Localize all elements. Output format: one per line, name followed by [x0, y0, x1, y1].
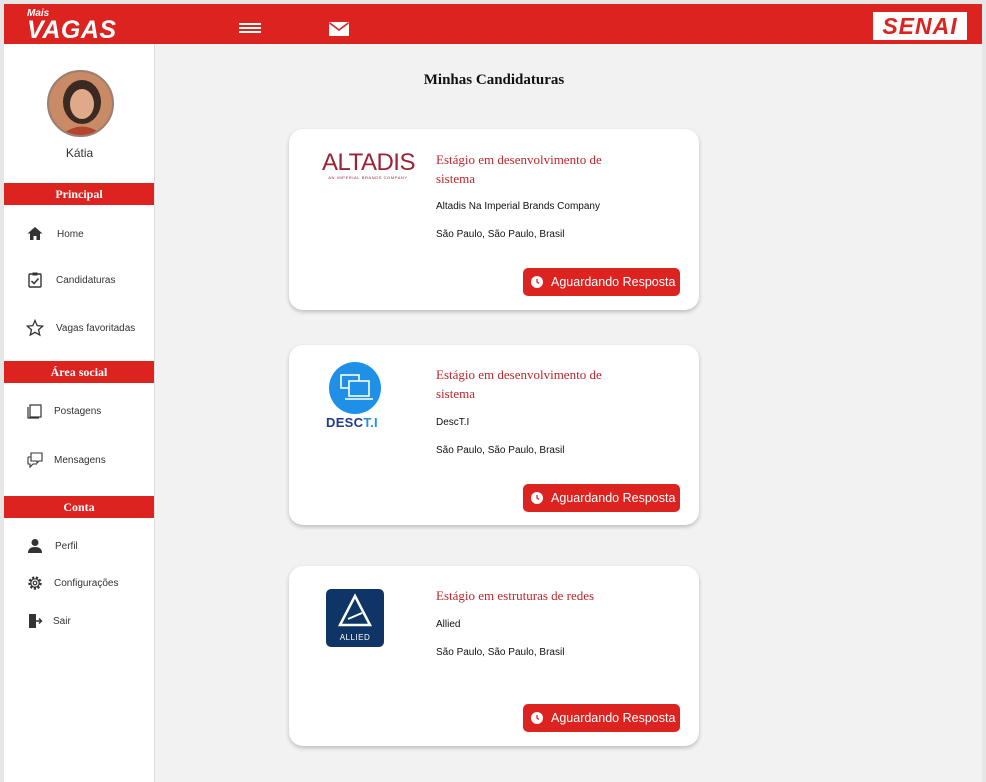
sidebar-item-label: Configurações — [54, 577, 119, 589]
sidebar-item-sair[interactable]: Sair — [4, 609, 154, 633]
avatar[interactable] — [47, 70, 114, 137]
status-label: Aguardando Resposta — [551, 711, 676, 725]
sidebar-item-home[interactable]: Home — [4, 222, 154, 246]
sidebar-item-label: Vagas favoritadas — [56, 322, 136, 334]
logo-text: DESCT.I — [326, 415, 378, 430]
clipboard-check-icon — [28, 272, 42, 288]
section-conta: Conta — [4, 496, 154, 518]
window-frame-right — [982, 0, 986, 782]
company-logo-desct: DESCT.I — [326, 362, 386, 430]
page-title: Minhas Candidaturas — [423, 72, 565, 88]
star-icon — [26, 319, 44, 337]
sidebar-item-mensagens[interactable]: Mensagens — [4, 448, 154, 472]
clock-icon — [531, 492, 543, 504]
job-title[interactable]: Estágio em desenvolvimento de sistema — [436, 365, 636, 403]
job-title[interactable]: Estágio em desenvolvimento de sistema — [436, 150, 636, 188]
status-button[interactable]: Aguardando Resposta — [523, 268, 680, 296]
chat-icon — [27, 452, 43, 469]
company-logo-altadis: ALTADIS AN IMPERIAL BRANDS COMPANY — [322, 149, 415, 180]
sidebar-item-postagens[interactable]: Postagens — [4, 399, 154, 423]
sidebar: Kátia Principal Home Candidaturas Vagas … — [4, 44, 155, 782]
home-icon — [27, 227, 43, 240]
job-location: São Paulo, São Paulo, Brasil — [436, 445, 565, 456]
logo-text: ALTADIS — [322, 149, 415, 176]
clock-icon — [531, 276, 543, 288]
section-area-social: Área social — [4, 361, 154, 383]
section-principal: Principal — [4, 183, 154, 205]
job-location: São Paulo, São Paulo, Brasil — [436, 229, 565, 240]
menu-icon[interactable] — [239, 23, 261, 33]
sidebar-item-label: Home — [57, 228, 84, 240]
sidebar-item-perfil[interactable]: Perfil — [4, 534, 154, 558]
person-icon — [28, 539, 42, 553]
sidebar-item-label: Postagens — [54, 405, 102, 417]
sidebar-item-label: Sair — [53, 615, 71, 627]
logo-text: ALLIED — [339, 633, 371, 642]
company-name: DescT.I — [436, 417, 470, 428]
sidebar-item-candidaturas[interactable]: Candidaturas — [4, 268, 154, 292]
company-name: Altadis Na Imperial Brands Company — [436, 201, 600, 212]
application-card[interactable]: DESCT.I Estágio em desenvolvimento de si… — [289, 345, 699, 525]
user-name: Kátia — [65, 146, 94, 160]
gear-icon — [28, 576, 42, 590]
sidebar-item-label: Mensagens — [54, 454, 106, 466]
senai-logo: SENAI — [873, 12, 967, 40]
logo-vagas: VAGAS — [27, 16, 117, 44]
status-label: Aguardando Resposta — [551, 275, 676, 289]
clock-icon — [531, 712, 543, 724]
exit-icon — [29, 614, 43, 628]
logo-subtext: AN IMPERIAL BRANDS COMPANY — [328, 175, 408, 180]
posts-icon — [27, 404, 42, 419]
sidebar-item-label: Perfil — [55, 540, 78, 552]
company-logo-allied: ALLIED — [326, 589, 384, 647]
application-card[interactable]: ALLIED Estágio em estruturas de redes Al… — [289, 566, 699, 746]
company-name: Allied — [436, 619, 461, 630]
desct-monitor-icon — [329, 362, 381, 414]
status-label: Aguardando Resposta — [551, 491, 676, 505]
sidebar-item-vagas-favoritadas[interactable]: Vagas favoritadas — [4, 316, 154, 340]
sidebar-item-label: Candidaturas — [56, 274, 116, 286]
mail-icon[interactable] — [329, 22, 349, 36]
job-title[interactable]: Estágio em estruturas de redes — [436, 586, 666, 605]
application-card[interactable]: ALTADIS AN IMPERIAL BRANDS COMPANY Estág… — [289, 129, 699, 310]
top-bar: Mais VAGAS SENAI — [4, 4, 982, 44]
job-location: São Paulo, São Paulo, Brasil — [436, 647, 565, 658]
status-button[interactable]: Aguardando Resposta — [523, 484, 680, 512]
status-button[interactable]: Aguardando Resposta — [523, 704, 680, 732]
sidebar-item-configuracoes[interactable]: Configurações — [4, 571, 154, 595]
